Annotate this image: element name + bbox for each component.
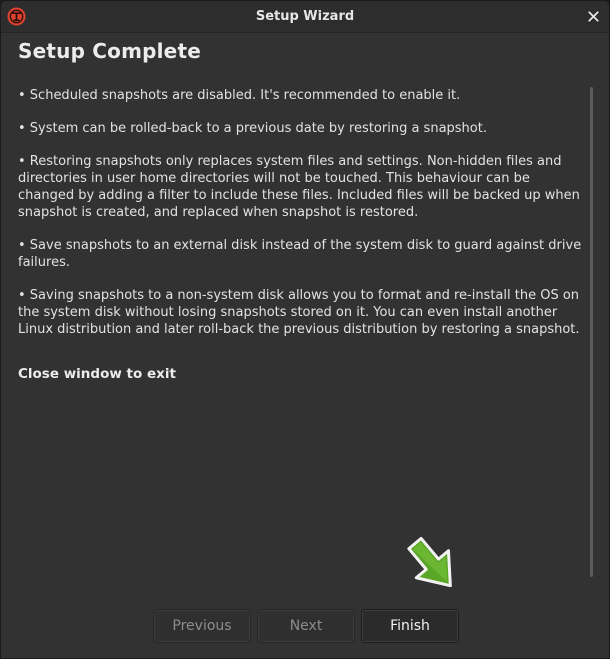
closing-note: Close window to exit bbox=[18, 366, 176, 382]
title-bar: Setup Wizard bbox=[1, 1, 609, 33]
info-bullet: • System can be rolled-back to a previou… bbox=[18, 121, 487, 136]
previous-button[interactable]: Previous bbox=[153, 609, 251, 643]
setup-wizard-window: Setup Wizard Setup Complete • Scheduled … bbox=[0, 0, 610, 659]
down-arrow-icon bbox=[407, 536, 452, 588]
info-bullet: • Saving snapshots to a non-system disk … bbox=[18, 288, 580, 337]
info-text-area: • Scheduled snapshots are disabled. It's… bbox=[18, 87, 588, 577]
info-bullet: • Restoring snapshots only replaces syst… bbox=[18, 154, 580, 220]
finish-button[interactable]: Finish bbox=[361, 609, 459, 643]
close-icon[interactable] bbox=[584, 7, 603, 26]
window-title: Setup Wizard bbox=[255, 9, 355, 24]
info-bullet: • Save snapshots to an external disk ins… bbox=[18, 238, 582, 270]
page-title: Setup Complete bbox=[18, 39, 201, 63]
vertical-scrollbar[interactable] bbox=[590, 87, 593, 577]
next-button[interactable]: Next bbox=[257, 609, 355, 643]
info-bullet: • Scheduled snapshots are disabled. It's… bbox=[18, 88, 461, 103]
